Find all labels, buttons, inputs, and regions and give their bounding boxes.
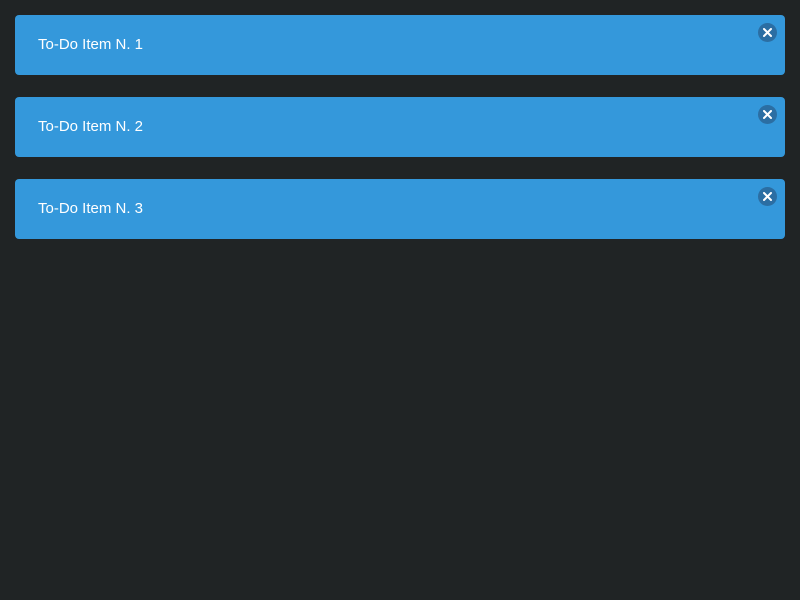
todo-item-1[interactable]: To-Do Item N. 1 (15, 15, 785, 75)
todo-item-label: To-Do Item N. 3 (38, 200, 144, 217)
todo-item-label: To-Do Item N. 1 (38, 36, 144, 53)
todo-item-3[interactable]: To-Do Item N. 3 (15, 179, 785, 239)
close-icon (763, 110, 772, 119)
close-icon (763, 28, 772, 37)
todo-item-2[interactable]: To-Do Item N. 2 (15, 97, 785, 157)
close-icon (763, 192, 772, 201)
close-button[interactable] (758, 23, 777, 42)
todo-item-label: To-Do Item N. 2 (38, 118, 144, 135)
todo-list: To-Do Item N. 1 To-Do Item N. 2 To-Do It… (15, 15, 785, 261)
close-button[interactable] (758, 105, 777, 124)
close-button[interactable] (758, 187, 777, 206)
